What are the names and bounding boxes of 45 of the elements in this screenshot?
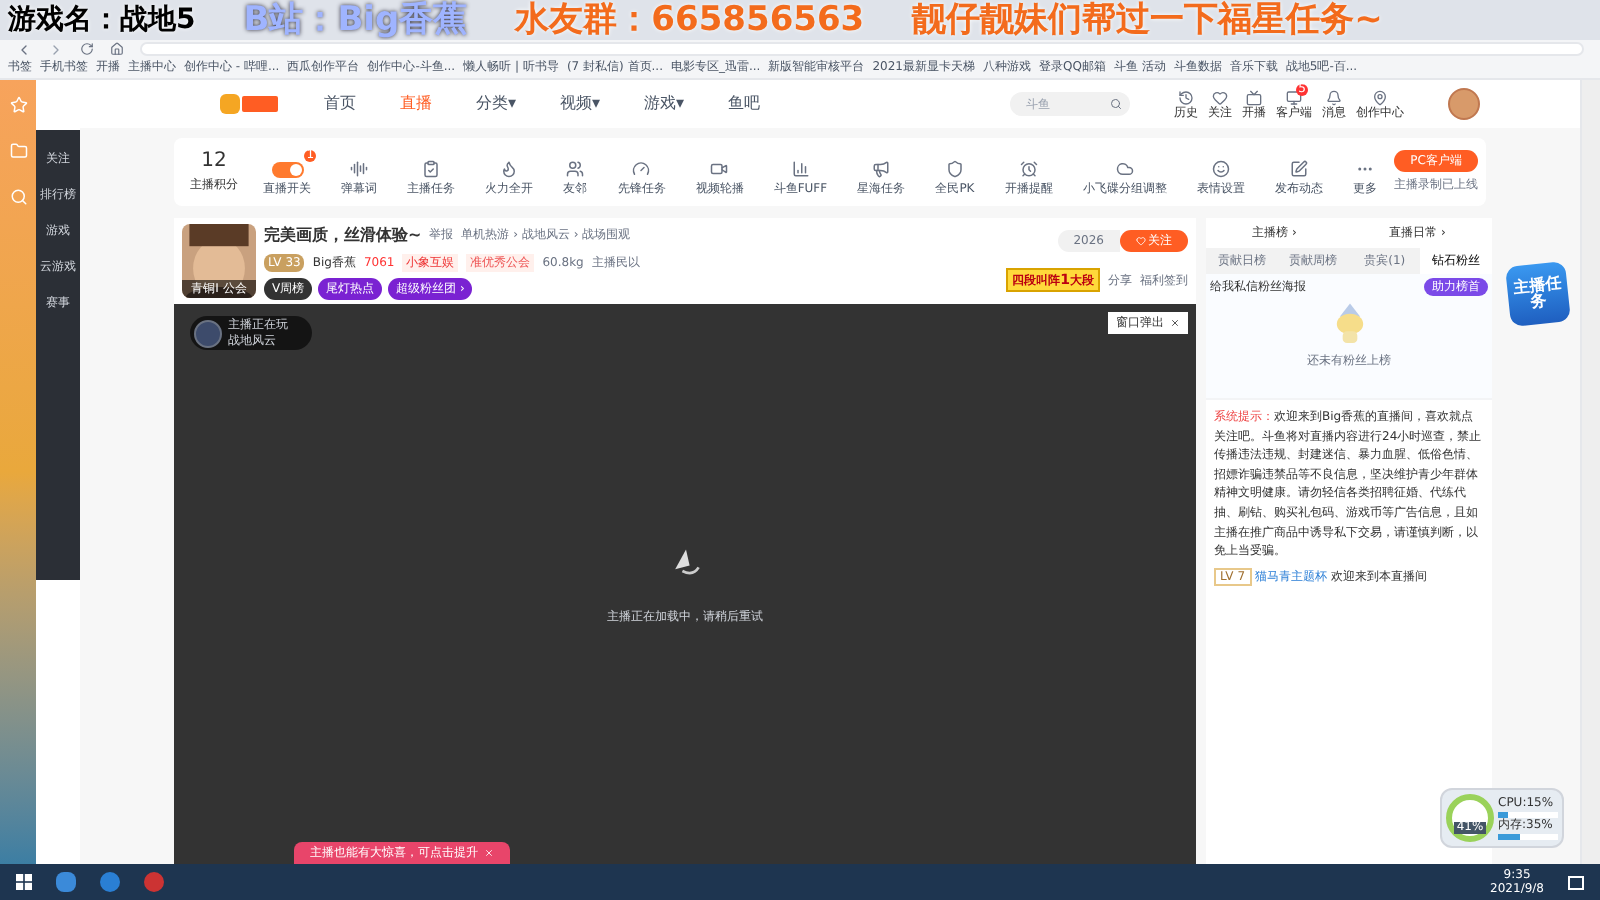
task-badge[interactable]: 主播任务 — [1505, 261, 1571, 327]
live-toggle[interactable] — [271, 161, 304, 177]
heart-icon — [1212, 89, 1228, 105]
star-icon[interactable] — [9, 96, 27, 114]
nav-link[interactable]: 游戏▾ — [644, 92, 685, 116]
windows-icon[interactable] — [16, 874, 32, 890]
chart-icon — [791, 160, 810, 178]
wave-icon — [350, 160, 369, 178]
task-icon — [422, 160, 441, 178]
overlay-caption: 游戏名：战地5 — [8, 6, 196, 34]
tv-icon — [1246, 89, 1262, 105]
overlay-caption: 靓仔靓妹们帮过一下福星任务~ — [912, 3, 1383, 37]
nav-link[interactable]: 视频▾ — [560, 92, 601, 116]
nav-link[interactable]: 分类▾ — [476, 92, 517, 116]
overlay-caption: B站：Big香蕉 — [243, 3, 468, 37]
reload-icon[interactable] — [80, 42, 94, 56]
notification-icon[interactable] — [1568, 875, 1584, 889]
heart-icon — [1136, 235, 1146, 246]
game-avatar — [194, 319, 222, 347]
fire-icon — [500, 160, 519, 178]
forward-icon[interactable] — [48, 41, 64, 57]
users-icon — [566, 160, 585, 178]
home-icon[interactable] — [110, 42, 124, 56]
cloud-icon — [1115, 160, 1134, 178]
room-title: 完美画质，丝滑体验~ — [264, 223, 422, 247]
score-value: 12 — [201, 151, 227, 171]
history-icon — [1178, 89, 1194, 105]
taskbar-app[interactable] — [100, 872, 120, 892]
logo-icon[interactable] — [220, 92, 280, 116]
bell-icon — [1326, 89, 1342, 105]
back-icon[interactable] — [16, 41, 32, 57]
scrollbar[interactable] — [1580, 80, 1600, 864]
search-icon[interactable] — [1110, 98, 1122, 110]
pin-icon — [1372, 89, 1388, 105]
folder-icon[interactable] — [9, 142, 27, 160]
gauge-icon — [632, 160, 651, 178]
alarm-icon — [1019, 160, 1038, 178]
nav-link[interactable]: 首页 — [324, 92, 356, 116]
video-icon — [710, 160, 729, 178]
overlay-caption: 水友群：665856563 — [515, 3, 865, 37]
nav-link[interactable]: 鱼吧 — [728, 92, 761, 116]
user-avatar[interactable] — [1448, 88, 1480, 120]
taskbar-app[interactable] — [144, 872, 164, 892]
edit-icon — [1289, 160, 1308, 178]
taskbar-app[interactable] — [56, 872, 76, 892]
